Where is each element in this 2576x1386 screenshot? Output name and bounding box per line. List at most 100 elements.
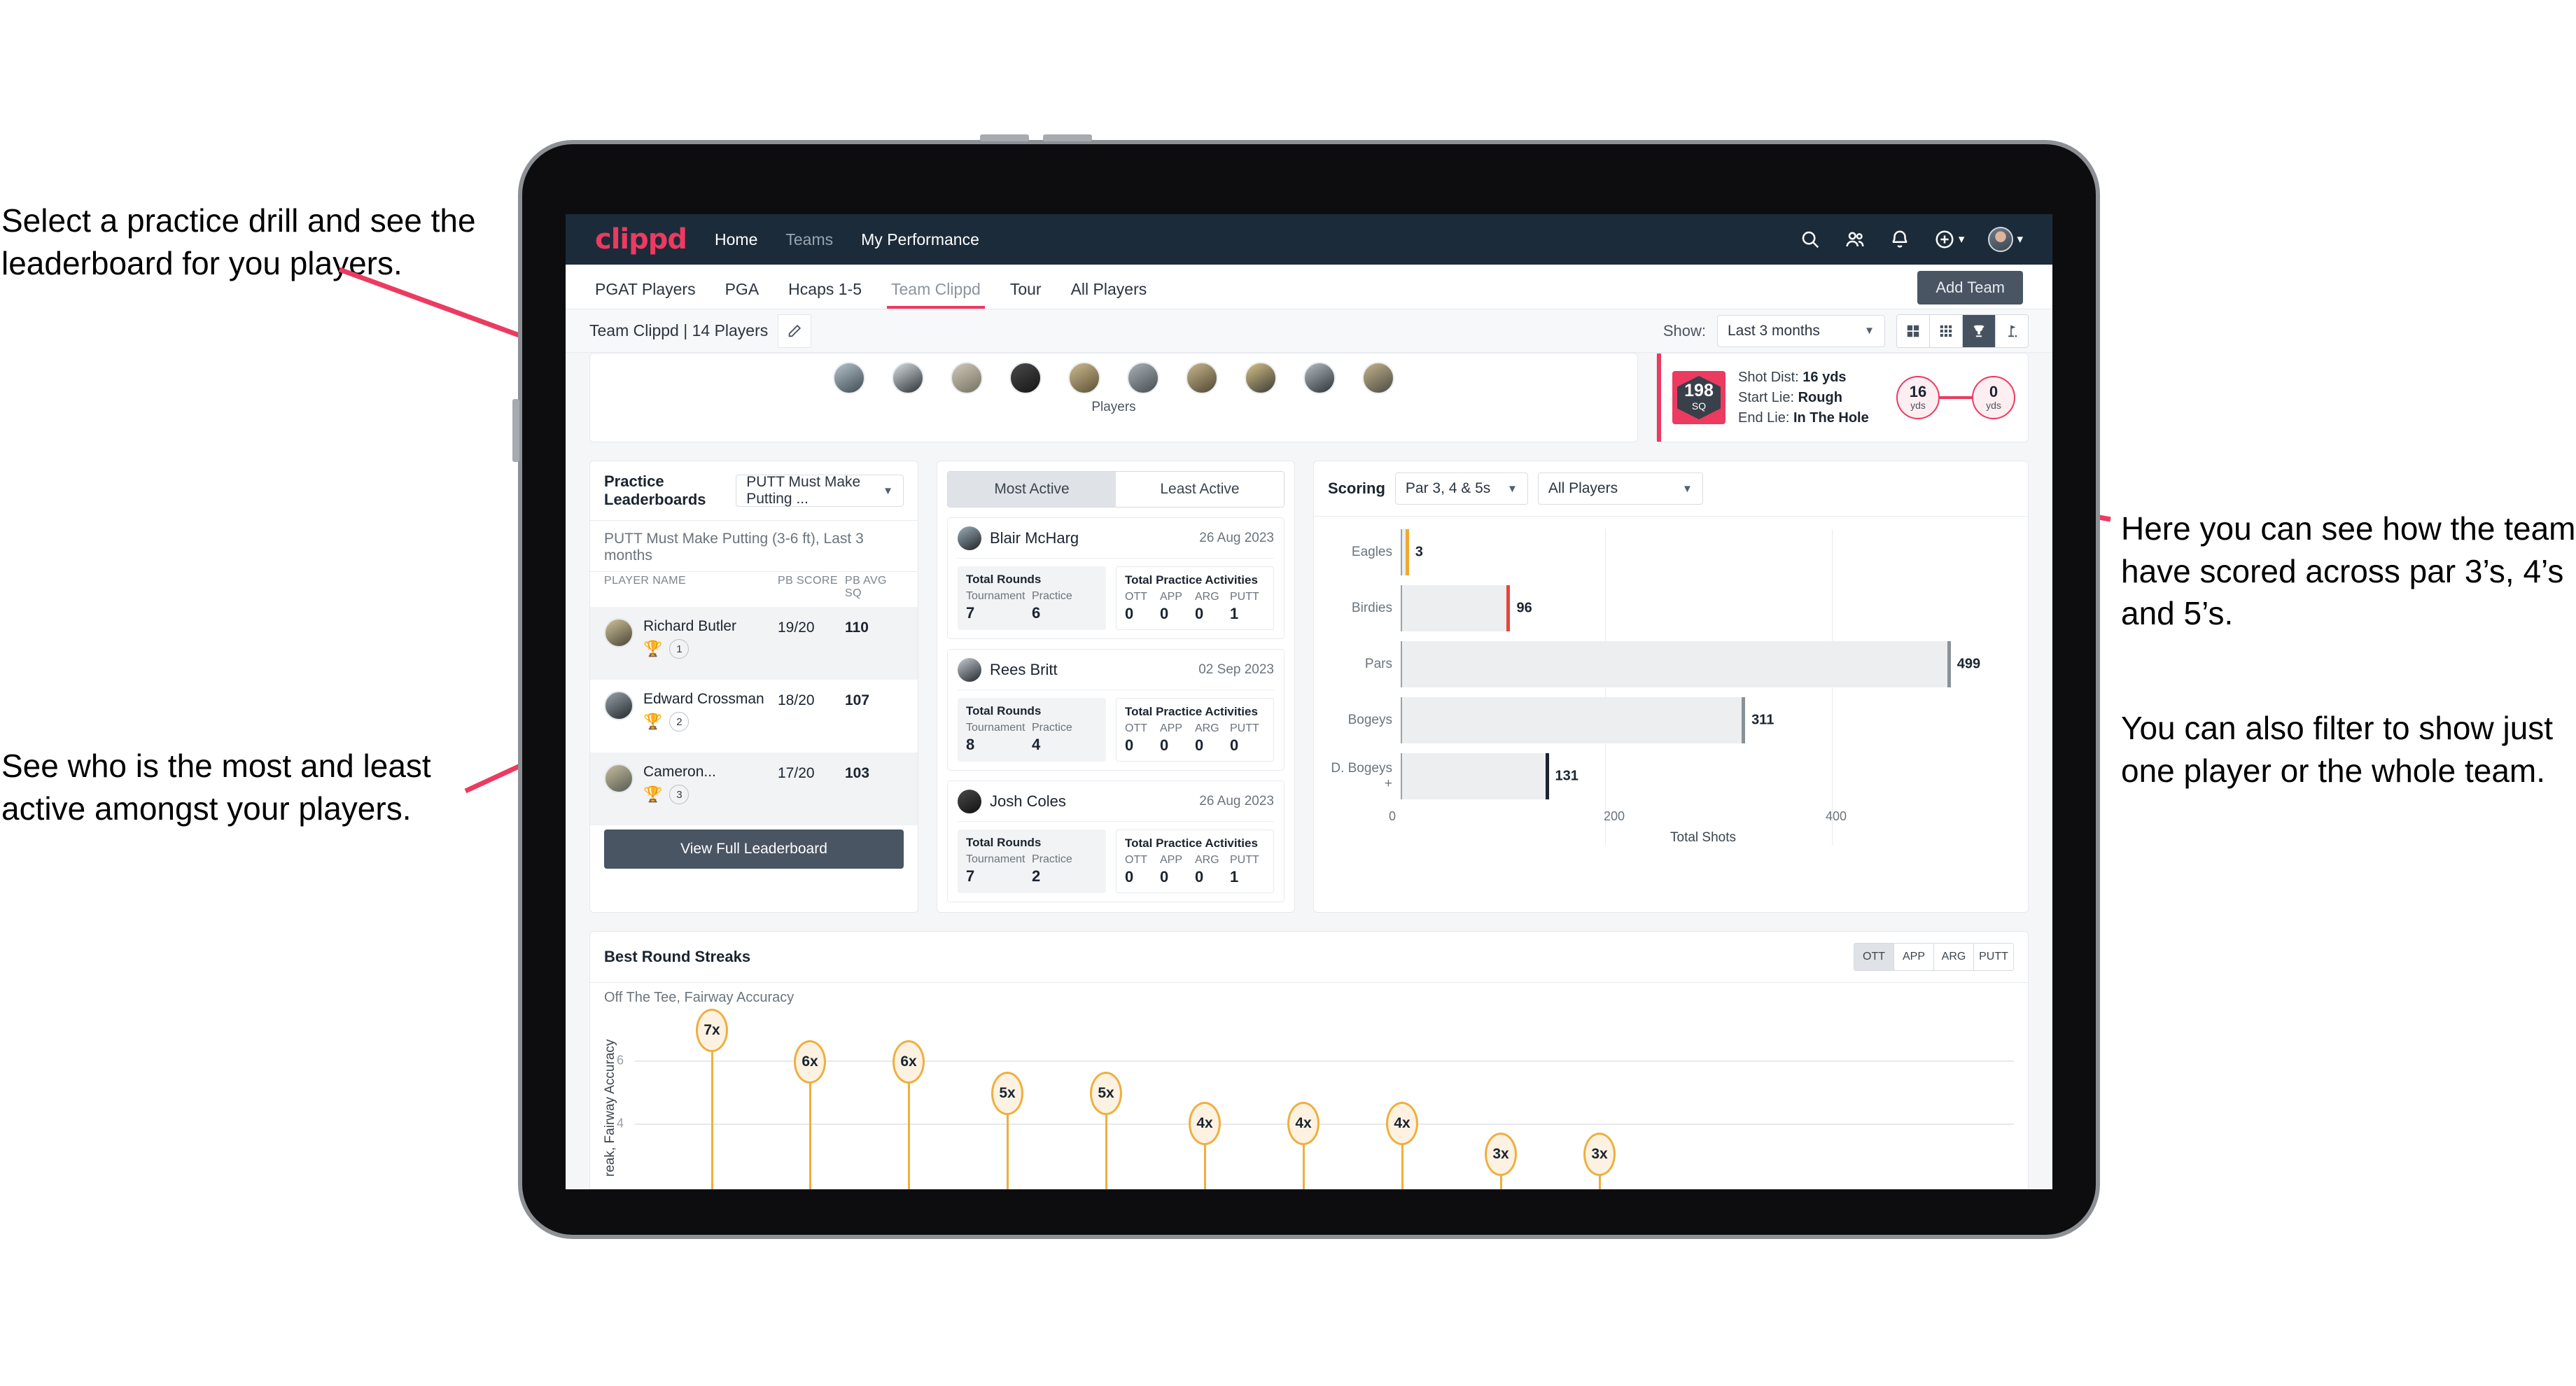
add-team-button[interactable]: Add Team [1917, 271, 2023, 304]
view-grid-9-button[interactable] [1930, 314, 1963, 347]
tab-pgat-players[interactable]: PGAT Players [595, 280, 696, 309]
table-row[interactable]: Edward Crossman 🏆 2 18/20 107 [590, 680, 918, 752]
tournament-value: 7 [966, 867, 975, 885]
player-avatar[interactable] [1362, 362, 1394, 394]
plus-circle-icon[interactable]: ▾ [1934, 229, 1965, 250]
tab-team-clippd[interactable]: Team Clippd [887, 280, 985, 309]
activity-card[interactable]: Blair McHarg 26 Aug 2023 Total Rounds To… [947, 517, 1284, 639]
total-rounds-title: Total Rounds [966, 704, 1042, 718]
clippd-logo[interactable]: clippd [595, 223, 687, 255]
player-avatar[interactable] [1245, 362, 1277, 394]
player-avatar[interactable] [951, 362, 983, 394]
dashboard-content: Players 198 SQ Shot Dist: 16 yds Start L… [566, 353, 2052, 1189]
bar-cap [1742, 697, 1746, 743]
nav-home[interactable]: Home [715, 230, 757, 249]
scoring-bar-chart: Eagles 3 Birdies 96 Pars 499 Bogeys 311 … [1314, 517, 2028, 870]
app-label: APP [1160, 722, 1183, 734]
nav-my-performance[interactable]: My Performance [861, 230, 979, 249]
activity-panel: Most Active Least Active Blair McHarg 26… [937, 461, 1295, 913]
segment-app[interactable]: APP [1894, 944, 1934, 970]
putt-value: 1 [1230, 605, 1239, 622]
tab-hcaps-1-5[interactable]: Hcaps 1-5 [788, 280, 862, 309]
search-icon[interactable] [1800, 229, 1821, 250]
bar-value-double-bogeys: 131 [1555, 768, 1578, 784]
practice-activities-title: Total Practice Activities [1125, 573, 1258, 587]
player-avatar[interactable] [833, 362, 865, 394]
tablet-device-frame: clippd Home Teams My Performance ▾ ▾ PGA… [512, 134, 2100, 1239]
player-avatar[interactable] [892, 362, 924, 394]
tab-all-players[interactable]: All Players [1071, 280, 1147, 309]
practice-value: 4 [1032, 736, 1041, 753]
arg-value: 0 [1195, 605, 1204, 622]
trophy-icon [1973, 325, 1984, 337]
activity-card[interactable]: Rees Britt 02 Sep 2023 Total Rounds Tour… [947, 649, 1284, 771]
sq-unit: SQ [1691, 400, 1707, 412]
activity-card[interactable]: Josh Coles 26 Aug 2023 Total Rounds Tour… [947, 780, 1284, 902]
player-avatar[interactable] [1127, 362, 1159, 394]
arg-label: ARG [1195, 591, 1219, 603]
table-row[interactable]: Cameron... 🏆 3 17/20 103 [590, 752, 918, 825]
tab-least-active[interactable]: Least Active [1116, 472, 1284, 507]
streak-bubble: 4x [1287, 1102, 1320, 1145]
view-full-leaderboard-button[interactable]: View Full Leaderboard [604, 830, 904, 869]
players-strip: Players [589, 353, 1638, 442]
view-grid-4-button[interactable] [1897, 314, 1930, 347]
end-lie-value: In The Hole [1793, 410, 1869, 426]
tab-most-active[interactable]: Most Active [948, 472, 1116, 507]
bar-value-eagles: 3 [1415, 544, 1423, 560]
streak-bubble: 3x [1485, 1133, 1517, 1176]
bar-label-double-bogeys: D. Bogeys + [1331, 761, 1392, 791]
segment-putt[interactable]: PUTT [1974, 944, 2013, 970]
shot-quality-card: 198 SQ Shot Dist: 16 yds Start Lie: Roug… [1656, 353, 2029, 442]
drill-select-value: PUTT Must Make Putting ... [746, 474, 861, 507]
drill-subtitle-bold: PUTT Must Make Putting (3-6 ft), [604, 531, 820, 547]
edit-team-button[interactable] [778, 314, 812, 348]
player-avatar[interactable] [1186, 362, 1218, 394]
y-tick-4: 4 [617, 1116, 624, 1130]
team-tabs: PGAT Players PGA Hcaps 1-5 Team Clippd T… [566, 265, 2052, 309]
scoring-panel: Scoring Par 3, 4 & 5s ▼ All Players ▼ Ea… [1313, 461, 2029, 913]
practice-activities-title: Total Practice Activities [1125, 836, 1258, 850]
player-avatar[interactable] [1303, 362, 1336, 394]
segment-arg[interactable]: ARG [1934, 944, 1974, 970]
player-filter-select[interactable]: All Players ▼ [1537, 472, 1703, 505]
par-filter-select[interactable]: Par 3, 4 & 5s ▼ [1394, 472, 1528, 505]
drill-select[interactable]: PUTT Must Make Putting ... ▼ [736, 474, 904, 507]
start-unit: yds [1910, 400, 1926, 411]
avatar [958, 790, 981, 813]
nav-teams[interactable]: Teams [785, 230, 833, 249]
app-header: clippd Home Teams My Performance ▾ ▾ [566, 214, 2052, 265]
chevron-down-icon: ▾ [2017, 232, 2023, 246]
trophy-icon: 🏆 [643, 713, 663, 730]
rank-badge: 1 [669, 639, 690, 659]
putt-value: 1 [1230, 868, 1239, 886]
player-avatar[interactable] [1009, 362, 1042, 394]
activity-date: 26 Aug 2023 [1199, 531, 1274, 545]
player-name: Josh Coles [990, 792, 1066, 810]
streak-bubble: 5x [1090, 1072, 1122, 1115]
bell-icon[interactable] [1889, 229, 1910, 250]
player-avatar[interactable] [1068, 362, 1100, 394]
shot-dist-value: 16 yds [1802, 369, 1847, 385]
trophy-icon: 🏆 [643, 640, 663, 657]
period-select[interactable]: Last 3 months ▼ [1717, 314, 1885, 347]
rank-badge: 2 [669, 712, 690, 732]
hexagon-icon: 198 SQ [1677, 376, 1721, 419]
players-caption: Players [1091, 400, 1136, 414]
x-tick-0: 0 [1388, 809, 1396, 823]
par-filter-value: Par 3, 4 & 5s [1405, 480, 1491, 496]
table-row[interactable]: Richard Butler 🏆 1 19/20 110 [590, 607, 918, 680]
activity-toggle-group: Most Active Least Active [947, 471, 1284, 507]
tab-tour[interactable]: Tour [1010, 280, 1042, 309]
bar-cap [1947, 641, 1951, 687]
tab-pga[interactable]: PGA [725, 280, 760, 309]
view-flag-button[interactable] [1996, 314, 2028, 347]
avatar[interactable]: ▾ [1988, 227, 2023, 252]
chevron-down-icon: ▾ [1958, 232, 1965, 246]
segment-ott[interactable]: OTT [1854, 944, 1894, 970]
x-tick-400: 400 [1826, 809, 1847, 823]
best-round-streaks-panel: Best Round Streaks OTT APP ARG PUTT Off … [589, 931, 2029, 1189]
streak-bubble: 7x [696, 1009, 728, 1052]
people-icon[interactable] [1844, 229, 1865, 250]
view-trophy-button[interactable] [1963, 314, 1996, 347]
